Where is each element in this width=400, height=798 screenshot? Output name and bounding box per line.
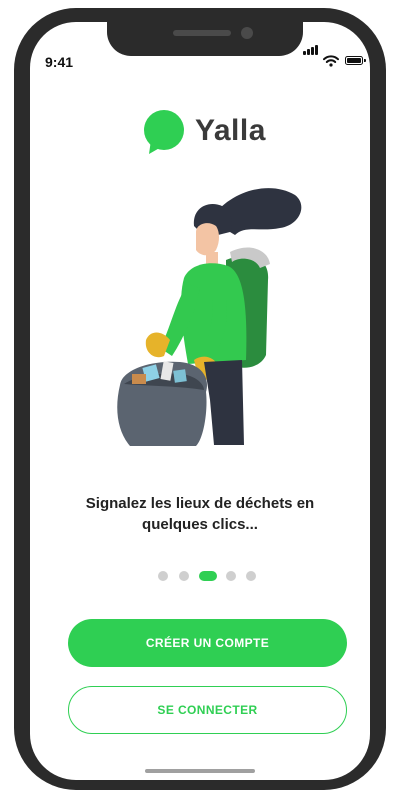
onboarding-tagline: Signalez les lieux de déchets en quelque… [60, 493, 340, 535]
create-account-button[interactable]: CRÉER UN COMPTE [68, 619, 347, 667]
speaker-grille [173, 30, 231, 36]
volunteer-illustration [117, 188, 302, 446]
page-dot-1[interactable] [158, 571, 168, 581]
phone-notch [107, 8, 303, 56]
home-indicator[interactable] [145, 769, 255, 773]
login-button[interactable]: SE CONNECTER [68, 686, 347, 734]
page-dot-5[interactable] [246, 571, 256, 581]
tagline-line-2: quelques clics... [142, 516, 258, 533]
battery-icon [345, 56, 366, 65]
status-time: 9:41 [45, 54, 74, 70]
tagline-line-1: Signalez les lieux de déchets en [85, 495, 315, 512]
page-dot-2[interactable] [179, 571, 189, 581]
app-name: Yalla [195, 114, 266, 147]
page-dot-4[interactable] [226, 571, 236, 581]
camera-icon [241, 27, 253, 39]
wifi-icon [323, 55, 339, 67]
page-dot-3-active[interactable] [199, 571, 217, 581]
yalla-logo-icon [144, 110, 184, 154]
